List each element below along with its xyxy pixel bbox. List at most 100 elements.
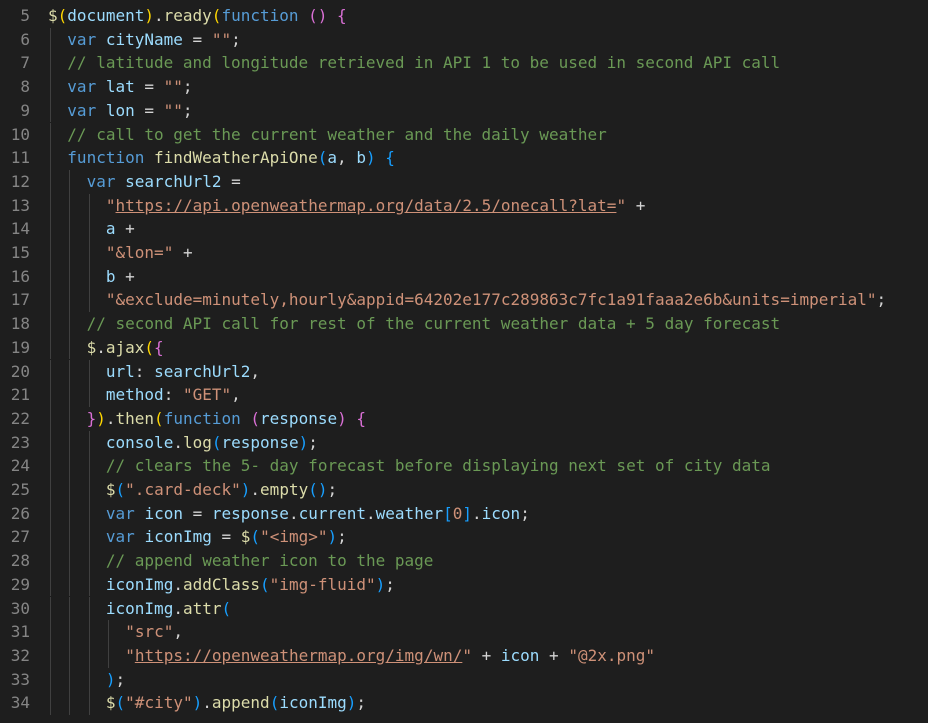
code-token: ; — [231, 29, 241, 49]
code-line[interactable]: 14 a + — [0, 217, 928, 241]
code-line[interactable]: 23 console.log(response); — [0, 431, 928, 455]
indent-guide — [50, 264, 51, 289]
code-line[interactable]: 11 function findWeatherApiOne(a, b) { — [0, 146, 928, 170]
code-line[interactable]: 22}).then(function (response) { — [0, 407, 928, 431]
code-token: "&exclude=minutely,hourly&appid=64202e17… — [105, 290, 877, 310]
code-line[interactable]: 17 "&exclude=minutely,hourly&appid=64202e… — [0, 288, 928, 312]
code-token: cityName — [105, 29, 183, 49]
code-text: // append weather icon to the page — [106, 549, 434, 573]
code-token: ajax — [105, 337, 145, 357]
code-editor[interactable]: 5 $(document).ready(function () {6 var cit… — [0, 0, 928, 723]
code-token: ( — [211, 432, 222, 452]
indent-guide — [50, 335, 51, 360]
code-line[interactable]: 7 // latitude and longitude retrieved in … — [0, 51, 928, 75]
indent-guide — [50, 667, 51, 692]
code-line[interactable]: 20 url: searchUrl2, — [0, 360, 928, 384]
code-token: console — [105, 432, 174, 452]
line-number: 10 — [10, 124, 30, 144]
indent-guide — [88, 620, 90, 644]
indent-guide — [50, 312, 51, 336]
code-line[interactable]: 31 "src", — [0, 620, 928, 644]
code-text: "&exclude=minutely,hourly&appid=64202e17… — [106, 288, 886, 312]
code-line[interactable]: 8 var lat = ""; — [0, 75, 928, 99]
code-line[interactable]: 10 // call to get the current weather and… — [0, 123, 928, 147]
code-line[interactable]: 6 var cityName = ""; — [0, 28, 928, 52]
indent-guide — [69, 288, 71, 313]
indent-guide — [69, 241, 71, 265]
code-token: + — [626, 195, 646, 215]
code-line[interactable]: 18 // second API call for rest of the cur… — [0, 312, 928, 336]
code-token: current — [298, 503, 367, 523]
code-token: ; — [327, 480, 338, 499]
code-token: { — [385, 148, 395, 168]
code-token: = — [134, 77, 164, 97]
indent-guide — [50, 406, 51, 431]
code-token: response — [260, 408, 338, 428]
code-line[interactable]: 21 method: "GET", — [0, 383, 928, 407]
code-token: response — [211, 503, 289, 523]
indent-guide — [50, 359, 51, 384]
code-line[interactable]: 19 $.ajax({ — [0, 336, 928, 360]
code-line[interactable]: 5 $(document).ready(function () { — [0, 4, 928, 28]
line-number: 34 — [10, 693, 30, 713]
code-line[interactable]: 13 "https://api.openweathermap.org/data/2… — [0, 194, 928, 218]
code-line[interactable]: 15 "&lon=" + — [0, 241, 928, 265]
line-number: 14 — [10, 219, 30, 239]
indent-guide — [107, 620, 109, 644]
code-line[interactable]: 34 $("#city").append(iconImg); — [0, 691, 928, 715]
indent-guide — [50, 501, 51, 526]
line-number: 23 — [10, 432, 30, 452]
indent-guide — [88, 359, 90, 384]
indent-guide — [50, 478, 51, 502]
indent-guide — [88, 430, 90, 455]
code-token: ; — [876, 290, 887, 310]
code-token: ( — [57, 6, 68, 25]
line-number: 12 — [10, 171, 30, 191]
indent-guide — [88, 288, 90, 313]
indent-guide — [50, 572, 51, 597]
line-number: 15 — [10, 243, 30, 262]
code-line[interactable]: 24 // clears the 5- day forecast before d… — [0, 454, 928, 478]
code-text: "&lon=" + — [106, 241, 193, 265]
code-line[interactable]: 33); — [0, 668, 928, 692]
code-text: iconImg.addClass("img-fluid"); — [106, 573, 395, 597]
code-token: , — [173, 622, 183, 642]
code-token: { — [154, 337, 164, 357]
code-text: "https://openweathermap.org/img/wn/" + i… — [125, 644, 655, 668]
code-token: ) — [327, 527, 338, 547]
code-token: "#city" — [125, 693, 193, 713]
code-line[interactable]: 28 // append weather icon to the page — [0, 549, 928, 573]
code-line[interactable]: 9 var lon = ""; — [0, 99, 928, 123]
code-token: $ — [105, 693, 116, 713]
indent-guide — [69, 359, 71, 384]
code-token: ) — [96, 408, 106, 428]
code-line[interactable]: 30 iconImg.attr( — [0, 597, 928, 621]
code-token: empty — [260, 480, 309, 499]
code-token: , — [250, 361, 261, 381]
code-token: searchUrl2 — [154, 361, 251, 381]
code-token: "" — [211, 29, 232, 49]
code-line[interactable]: 26 var icon = response.current.weather[0]… — [0, 502, 928, 526]
code-token: lon — [105, 100, 135, 120]
indent-guide — [50, 525, 51, 550]
code-token: . — [202, 693, 212, 713]
code-token: ) — [105, 669, 116, 689]
line-number: 30 — [10, 598, 30, 618]
code-text: // clears the 5- day forecast before dis… — [106, 454, 771, 478]
code-line[interactable]: 29 iconImg.addClass("img-fluid"); — [0, 573, 928, 597]
code-token: var — [67, 100, 97, 120]
indent-guide — [69, 312, 71, 336]
indent-guide — [50, 98, 51, 123]
code-token: var — [86, 171, 116, 191]
code-line[interactable]: 16 b + — [0, 265, 928, 289]
code-line[interactable]: 25 $(".card-deck").empty(); — [0, 478, 928, 502]
code-line[interactable]: 32 "https://openweathermap.org/img/wn/" +… — [0, 644, 928, 668]
code-token: () — [308, 480, 328, 499]
code-token: ; — [356, 693, 367, 713]
code-line[interactable]: 12 var searchUrl2 = — [0, 170, 928, 194]
code-token: + — [115, 219, 135, 239]
code-token: var — [67, 77, 97, 97]
code-line[interactable]: 27 var iconImg = $("<img>"); — [0, 525, 928, 549]
